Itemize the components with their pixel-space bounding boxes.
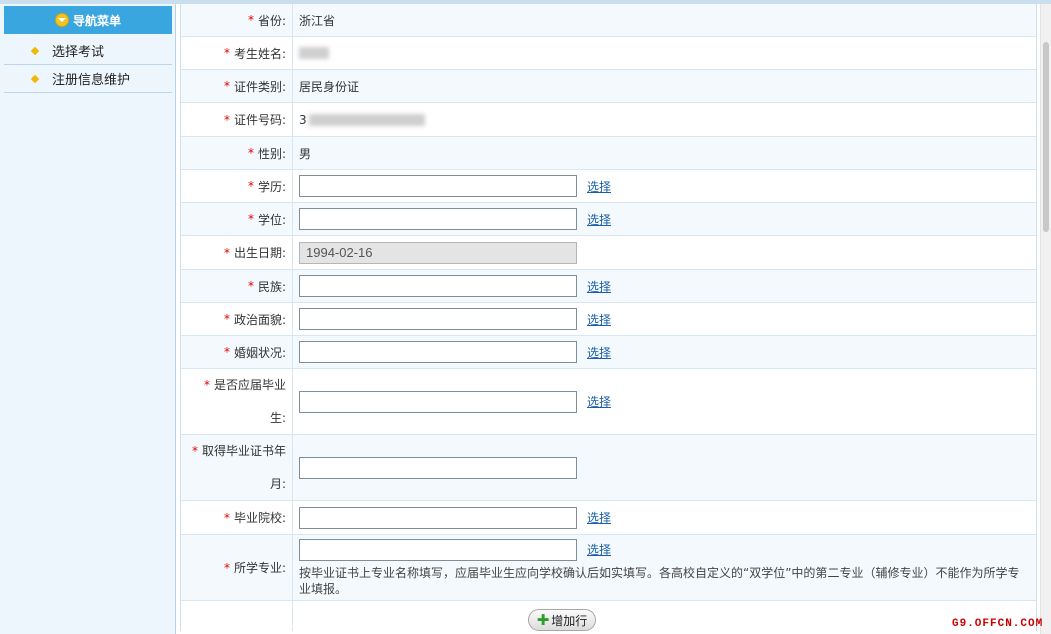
fresh-grad-input[interactable]: [299, 390, 577, 413]
sidebar-item-select-exam[interactable]: 选择考试: [4, 37, 172, 65]
nav-menu-title: 导航菜单: [72, 13, 121, 28]
label-id-type: * 证件类别:: [181, 70, 293, 102]
row-ethnicity: * 民族: 选择: [181, 270, 1036, 303]
label-name: * 考生姓名:: [181, 37, 293, 69]
school-select-link[interactable]: 选择: [587, 509, 611, 526]
scrollbar[interactable]: [1040, 4, 1051, 634]
cert-date-input[interactable]: [299, 456, 577, 479]
major-note: 按毕业证书上专业名称填写，应届毕业生应向学校确认后如实填写。各高校自定义的“双学…: [299, 565, 1020, 596]
row-fresh-grad: * 是否应届毕业 生: 选择: [181, 369, 1036, 435]
major-input[interactable]: [299, 538, 577, 561]
row-add: [181, 601, 1036, 631]
id-type-value: 居民身份证: [299, 79, 360, 94]
label-empty: [181, 601, 293, 631]
nav-menu-header[interactable]: 导航菜单: [4, 6, 172, 34]
scrollbar-thumb[interactable]: [1043, 42, 1049, 232]
education-input[interactable]: [299, 175, 577, 197]
fresh-grad-select-link[interactable]: 选择: [587, 393, 611, 410]
row-province: * 省份: 浙江省: [181, 4, 1036, 37]
row-id-number: * 证件号码: 3: [181, 103, 1036, 137]
ethnicity-input[interactable]: [299, 275, 577, 297]
label-education: * 学历:: [181, 170, 293, 202]
label-ethnicity: * 民族:: [181, 270, 293, 302]
school-input[interactable]: [299, 506, 577, 529]
marital-input[interactable]: [299, 341, 577, 363]
row-major: * 所学专业: 选择 按毕业证书上专业名称填写，应届毕业生应向学校确认后如实填写。…: [181, 535, 1036, 601]
label-fresh-grad: * 是否应届毕业 生:: [181, 369, 293, 434]
registration-form: * 省份: 浙江省 * 考生姓名: * 证件类别: 居民身份证 * 证件号码: 3 * 性…: [180, 4, 1037, 631]
row-cert-date: * 取得毕业证书年 月:: [181, 435, 1036, 501]
add-row-button[interactable]: ✚ 增加行: [528, 609, 596, 631]
row-politics: * 政治面貌: 选择: [181, 303, 1036, 336]
chevron-down-icon: [54, 13, 69, 27]
row-marital: * 婚姻状况: 选择: [181, 336, 1036, 369]
degree-select-link[interactable]: 选择: [587, 211, 611, 228]
ethnicity-cell: 选择: [293, 270, 1036, 302]
label-cert-date: * 取得毕业证书年 月:: [181, 435, 293, 500]
sidebar-item-registration-info[interactable]: 注册信息维护: [4, 65, 172, 93]
education-cell: 选择: [293, 170, 1036, 202]
row-degree: * 学位: 选择: [181, 203, 1036, 236]
row-name: * 考生姓名:: [181, 37, 1036, 70]
degree-cell: 选择: [293, 203, 1036, 235]
sidebar: 导航菜单 选择考试 注册信息维护: [0, 4, 176, 634]
cert-date-cell: [293, 435, 1036, 500]
plus-icon: ✚: [536, 610, 550, 629]
politics-select-link[interactable]: 选择: [587, 311, 611, 328]
major-select-link[interactable]: 选择: [587, 541, 611, 558]
sidebar-item-label: 选择考试: [52, 45, 105, 60]
label-birth-date: * 出生日期:: [181, 236, 293, 269]
sidebar-item-label: 注册信息维护: [52, 73, 131, 88]
politics-cell: 选择: [293, 303, 1036, 335]
redacted-name: [299, 47, 329, 59]
birth-date-cell: [293, 236, 1036, 269]
label-politics: * 政治面貌:: [181, 303, 293, 335]
label-degree: * 学位:: [181, 203, 293, 235]
name-value: [293, 37, 1036, 69]
birth-date-input: [299, 241, 577, 264]
major-cell: 选择 按毕业证书上专业名称填写，应届毕业生应向学校确认后如实填写。各高校自定义的…: [293, 535, 1036, 600]
row-education: * 学历: 选择: [181, 170, 1036, 203]
school-cell: 选择: [293, 501, 1036, 534]
label-province: * 省份:: [181, 4, 293, 36]
label-school: * 毕业院校:: [181, 501, 293, 534]
marital-select-link[interactable]: 选择: [587, 344, 611, 361]
add-row-cell: [293, 601, 1036, 631]
id-number-value: 3: [293, 103, 1036, 136]
province-value: 浙江省: [299, 13, 336, 28]
row-id-type: * 证件类别: 居民身份证: [181, 70, 1036, 103]
label-gender: * 性别:: [181, 137, 293, 169]
gender-value: 男: [299, 146, 312, 161]
label-marital: * 婚姻状况:: [181, 336, 293, 368]
bullet-icon: [30, 46, 40, 55]
row-school: * 毕业院校: 选择: [181, 501, 1036, 535]
fresh-grad-cell: 选择: [293, 369, 1036, 434]
bullet-icon: [30, 74, 40, 83]
row-birth-date: * 出生日期:: [181, 236, 1036, 270]
row-gender: * 性别: 男: [181, 137, 1036, 170]
politics-input[interactable]: [299, 308, 577, 330]
add-row-label: 增加行: [551, 613, 588, 628]
label-major: * 所学专业:: [181, 535, 293, 600]
watermark: G9.OFFCN.COM: [952, 618, 1044, 630]
degree-input[interactable]: [299, 208, 577, 230]
education-select-link[interactable]: 选择: [587, 178, 611, 195]
ethnicity-select-link[interactable]: 选择: [587, 278, 611, 295]
label-id-number: * 证件号码:: [181, 103, 293, 136]
redacted-id-number: [308, 113, 425, 126]
marital-cell: 选择: [293, 336, 1036, 368]
